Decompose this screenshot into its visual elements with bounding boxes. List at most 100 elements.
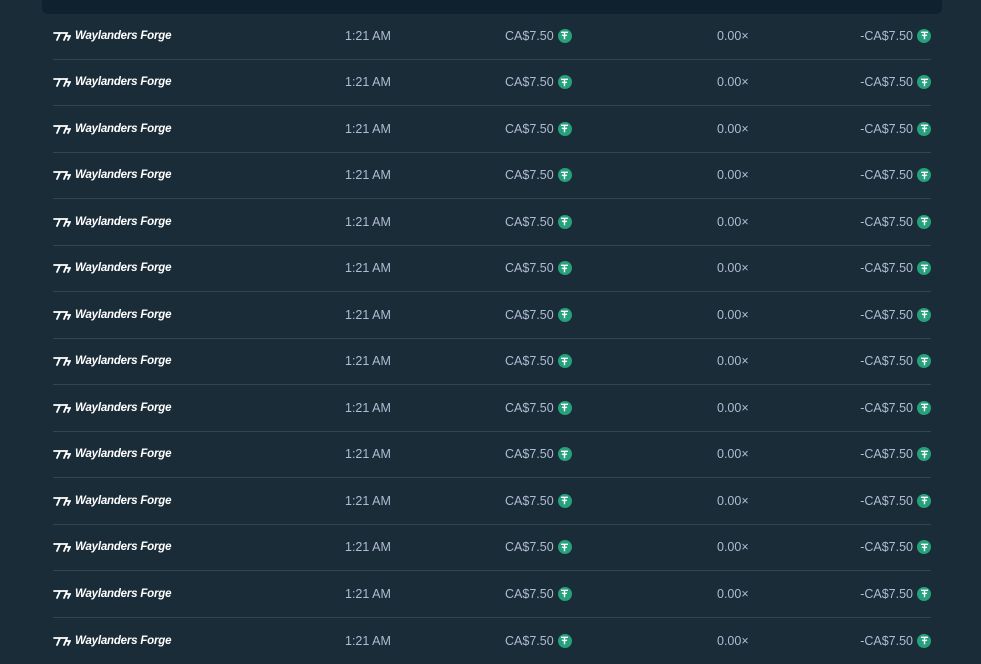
multiplier-value: 0.00× [717,215,749,229]
multiplier-cell: 0.00× [717,60,749,106]
bet-amount-cell: CA$7.50 [505,432,572,478]
time-cell: 1:21 AM [345,106,391,152]
game-cell[interactable]: Waylanders Forge [53,432,171,478]
multiplier-cell: 0.00× [717,618,749,664]
tether-coin-icon [917,354,931,368]
table-row[interactable]: Waylanders Forge 1:21 AM CA$7.50 0.00× -… [53,153,931,200]
bets-table: Waylanders Forge 1:21 AM CA$7.50 0.00× -… [53,13,931,664]
bet-amount-cell: CA$7.50 [505,60,572,106]
multiplier-cell: 0.00× [717,432,749,478]
multiplier-value: 0.00× [717,354,749,368]
game-cell[interactable]: Waylanders Forge [53,339,171,385]
bet-amount: CA$7.50 [505,261,554,275]
tether-coin-icon [917,494,931,508]
table-row[interactable]: Waylanders Forge 1:21 AM CA$7.50 0.00× -… [53,199,931,246]
game-cell[interactable]: Waylanders Forge [53,525,171,571]
bet-amount: CA$7.50 [505,401,554,415]
tether-coin-icon [917,308,931,322]
payout-cell: -CA$7.50 [860,153,931,199]
bet-time: 1:21 AM [345,494,391,508]
game-name: Waylanders Forge [75,262,171,274]
table-row[interactable]: Waylanders Forge 1:21 AM CA$7.50 0.00× -… [53,385,931,432]
table-row[interactable]: Waylanders Forge 1:21 AM CA$7.50 0.00× -… [53,60,931,107]
multiplier-cell: 0.00× [717,478,749,524]
payout-amount: -CA$7.50 [860,75,913,89]
table-row[interactable]: Waylanders Forge 1:21 AM CA$7.50 0.00× -… [53,106,931,153]
payout-amount: -CA$7.50 [860,308,913,322]
multiplier-value: 0.00× [717,75,749,89]
table-row[interactable]: Waylanders Forge 1:21 AM CA$7.50 0.00× -… [53,618,931,664]
time-cell: 1:21 AM [345,60,391,106]
payout-amount: -CA$7.50 [860,540,913,554]
game-cell[interactable]: Waylanders Forge [53,292,171,338]
multiplier-value: 0.00× [717,168,749,182]
game-cell[interactable]: Waylanders Forge [53,106,171,152]
tether-coin-icon [558,308,572,322]
table-row[interactable]: Waylanders Forge 1:21 AM CA$7.50 0.00× -… [53,478,931,525]
game-cell[interactable]: Waylanders Forge [53,478,171,524]
tether-coin-icon [558,494,572,508]
time-cell: 1:21 AM [345,525,391,571]
bet-time: 1:21 AM [345,168,391,182]
time-cell: 1:21 AM [345,246,391,292]
bet-time: 1:21 AM [345,354,391,368]
bet-amount-cell: CA$7.50 [505,13,572,59]
payout-amount: -CA$7.50 [860,587,913,601]
table-row[interactable]: Waylanders Forge 1:21 AM CA$7.50 0.00× -… [53,571,931,618]
multiplier-cell: 0.00× [717,292,749,338]
table-row[interactable]: Waylanders Forge 1:21 AM CA$7.50 0.00× -… [53,292,931,339]
table-row[interactable]: Waylanders Forge 1:21 AM CA$7.50 0.00× -… [53,339,931,386]
stake-originals-icon [53,216,71,228]
stake-originals-icon [53,448,71,460]
stake-originals-icon [53,76,71,88]
table-row[interactable]: Waylanders Forge 1:21 AM CA$7.50 0.00× -… [53,13,931,60]
time-cell: 1:21 AM [345,385,391,431]
game-cell[interactable]: Waylanders Forge [53,153,171,199]
table-row[interactable]: Waylanders Forge 1:21 AM CA$7.50 0.00× -… [53,246,931,293]
game-cell[interactable]: Waylanders Forge [53,246,171,292]
game-name: Waylanders Forge [75,588,171,600]
bet-amount: CA$7.50 [505,540,554,554]
bet-amount: CA$7.50 [505,447,554,461]
bet-amount: CA$7.50 [505,215,554,229]
game-cell[interactable]: Waylanders Forge [53,385,171,431]
tether-coin-icon [558,401,572,415]
game-cell[interactable]: Waylanders Forge [53,571,171,617]
game-cell[interactable]: Waylanders Forge [53,13,171,59]
game-name: Waylanders Forge [75,309,171,321]
stake-originals-icon [53,262,71,274]
bet-amount-cell: CA$7.50 [505,339,572,385]
bet-amount: CA$7.50 [505,354,554,368]
game-cell[interactable]: Waylanders Forge [53,618,171,664]
game-name: Waylanders Forge [75,169,171,181]
tether-coin-icon [917,587,931,601]
payout-cell: -CA$7.50 [860,432,931,478]
payout-cell: -CA$7.50 [860,199,931,245]
tether-coin-icon [558,75,572,89]
multiplier-cell: 0.00× [717,106,749,152]
game-name: Waylanders Forge [75,30,171,42]
stake-originals-icon [53,309,71,321]
tether-coin-icon [558,29,572,43]
bet-amount: CA$7.50 [505,587,554,601]
table-row[interactable]: Waylanders Forge 1:21 AM CA$7.50 0.00× -… [53,432,931,479]
game-name: Waylanders Forge [75,123,171,135]
bet-amount-cell: CA$7.50 [505,199,572,245]
multiplier-cell: 0.00× [717,571,749,617]
multiplier-value: 0.00× [717,540,749,554]
tether-coin-icon [558,540,572,554]
game-name: Waylanders Forge [75,216,171,228]
game-cell[interactable]: Waylanders Forge [53,199,171,245]
multiplier-value: 0.00× [717,261,749,275]
payout-cell: -CA$7.50 [860,571,931,617]
tether-coin-icon [558,447,572,461]
tether-coin-icon [558,261,572,275]
tether-coin-icon [917,215,931,229]
payout-cell: -CA$7.50 [860,246,931,292]
game-cell[interactable]: Waylanders Forge [53,60,171,106]
bet-time: 1:21 AM [345,634,391,648]
multiplier-value: 0.00× [717,308,749,322]
table-row[interactable]: Waylanders Forge 1:21 AM CA$7.50 0.00× -… [53,525,931,572]
bet-amount-cell: CA$7.50 [505,246,572,292]
bet-time: 1:21 AM [345,261,391,275]
